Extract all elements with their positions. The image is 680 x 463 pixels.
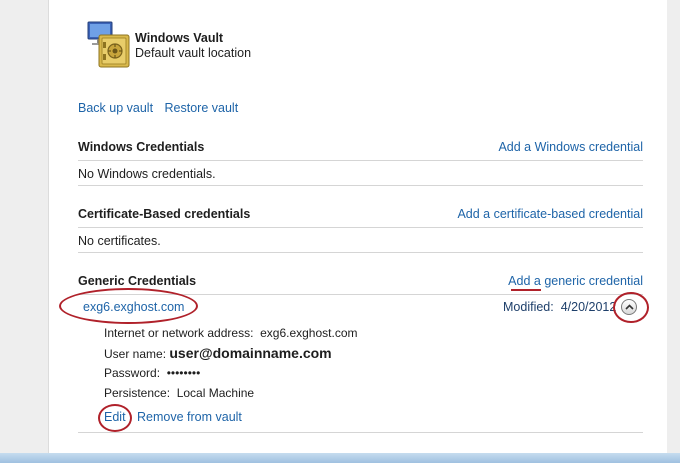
vault-title: Windows Vault — [135, 31, 224, 45]
address-label: Internet or network address: — [104, 326, 254, 340]
restore-vault-link[interactable]: Restore vault — [165, 101, 239, 115]
divider — [78, 294, 643, 295]
remove-from-vault-link[interactable]: Remove from vault — [137, 410, 242, 424]
divider — [78, 160, 643, 161]
username-label: User name: — [104, 347, 167, 361]
add-generic-credential-link[interactable]: Add a generic credential — [508, 274, 643, 288]
divider — [78, 432, 643, 433]
add-generic-credential-link-rest: a generic credential — [530, 274, 643, 288]
add-generic-credential-link-prefix: Add — [508, 274, 531, 288]
credential-persistence-row: Persistence: Local Machine — [104, 386, 254, 400]
credential-modified: Modified: 4/20/2012 — [503, 300, 616, 314]
vault-actions: Back up vault Restore vault — [78, 101, 246, 115]
persistence-value: Local Machine — [176, 386, 255, 400]
password-value: •••••••• — [166, 366, 201, 380]
credential-modified-label: Modified: — [503, 300, 554, 314]
collapse-credential-button[interactable] — [621, 299, 637, 315]
annotation-underline — [511, 289, 541, 291]
add-certificate-credential-link[interactable]: Add a certificate-based credential — [457, 207, 643, 221]
credential-username-row: User name: user@domainname.com — [104, 345, 332, 361]
divider — [78, 227, 643, 228]
credential-item-name[interactable]: exg6.exghost.com — [83, 300, 184, 314]
credential-password-row: Password: •••••••• — [104, 366, 200, 380]
windows-credentials-heading: Windows Credentials — [78, 140, 205, 154]
right-window-edge — [667, 0, 680, 453]
windows-credentials-empty: No Windows credentials. — [78, 167, 216, 181]
taskbar-edge — [0, 453, 680, 463]
backup-vault-link[interactable]: Back up vault — [78, 101, 153, 115]
vault-subtitle: Default vault location — [135, 46, 252, 60]
address-value: exg6.exghost.com — [260, 326, 358, 340]
add-windows-credential-link[interactable]: Add a Windows credential — [498, 140, 643, 154]
credential-modified-date: 4/20/2012 — [560, 300, 617, 314]
divider — [78, 252, 643, 253]
certificate-credentials-heading: Certificate-Based credentials — [78, 207, 251, 221]
left-window-edge — [0, 0, 48, 453]
chevron-up-icon — [624, 304, 634, 310]
persistence-label: Persistence: — [104, 386, 171, 400]
edit-credential-link[interactable]: Edit — [104, 410, 126, 424]
certificate-credentials-empty: No certificates. — [78, 234, 161, 248]
password-label: Password: — [104, 366, 161, 380]
divider — [78, 185, 643, 186]
vault-safe-icon — [87, 21, 130, 68]
generic-credentials-heading: Generic Credentials — [78, 274, 197, 288]
credential-address-row: Internet or network address: exg6.exghos… — [104, 326, 357, 340]
username-value: user@domainname.com — [169, 345, 332, 361]
